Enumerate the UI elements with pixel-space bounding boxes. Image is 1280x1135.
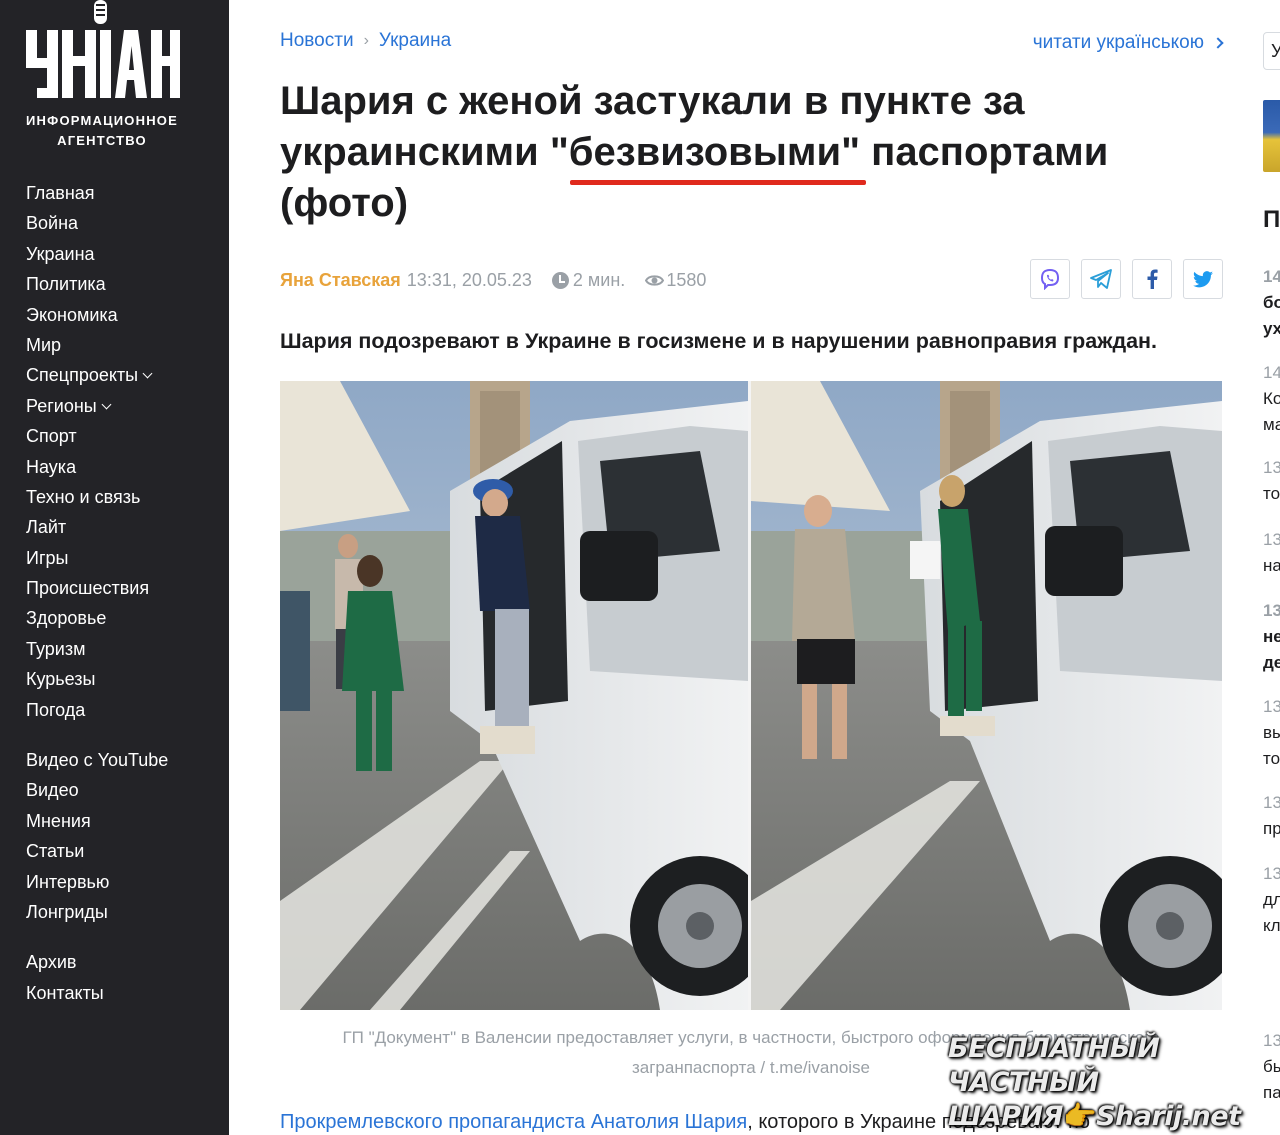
right-search-input[interactable]: У [1263,32,1280,70]
nav-divider [26,927,168,947]
nav-item-tech[interactable]: Техно и связь [26,482,168,512]
news-feed-item[interactable]: 13 вы то [1263,694,1280,772]
nav-item-health[interactable]: Здоровье [26,603,168,633]
watermark-line1: БЕСПЛАТНЫЙ ЧАСТНЫЙ [948,1033,1160,1098]
nav-item-world[interactable]: Мир [26,330,168,360]
chevron-down-icon [142,368,153,379]
sidebar-nav: Главная Война Украина Политика Экономика… [26,178,168,1008]
article-photo[interactable] [280,381,1222,1010]
chevron-right-icon [1212,37,1224,49]
news-feed-item[interactable]: 13 бы па [1263,1028,1280,1106]
share-facebook-button[interactable] [1132,259,1172,299]
news-feed-item[interactable]: 13 не де [1263,598,1280,676]
nav-item-specprojects[interactable]: Спецпроекты [26,360,168,390]
nav-item-weather[interactable]: Погода [26,695,168,725]
nav-item-incidents[interactable]: Происшествия [26,573,168,603]
viber-icon [1040,268,1060,290]
eye-icon [645,272,665,289]
nav-item-video[interactable]: Видео [26,775,168,805]
article-meta: Яна Ставская 13:31, 20.05.23 2 мин. 1580 [280,266,706,294]
nav-item-youtube-video[interactable]: Видео с YouTube [26,745,168,775]
breadcrumb-news[interactable]: Новости [280,30,354,52]
news-feed-item[interactable]: 13 пр [1263,790,1280,842]
view-count: 1580 [666,269,707,290]
nav-item-articles[interactable]: Статьи [26,836,168,866]
share-twitter-button[interactable] [1183,259,1223,299]
nav-item-interviews[interactable]: Интервью [26,867,168,897]
logo-subtitle-line1: ИНФОРМАЦИОННОЕ [26,113,178,128]
breadcrumb-ukraine[interactable]: Украина [379,30,451,52]
right-thumbnail[interactable] [1263,100,1280,172]
breadcrumb-separator-icon: › [363,32,369,49]
telegram-icon [1090,269,1112,289]
watermark-line2: ШАРИЯ👉Sharij.net [948,1100,1248,1134]
publish-datetime: 13:31, 20.05.23 [406,269,532,290]
nav-item-war[interactable]: Война [26,208,168,238]
sidebar: ИНФОРМАЦИОННОЕ АГЕНТСТВО Главная Война У… [0,0,229,1135]
nav-item-curiosities[interactable]: Курьезы [26,664,168,694]
nav-item-archive[interactable]: Архив [26,947,168,977]
nav-item-tourism[interactable]: Туризм [26,634,168,664]
news-feed-item[interactable]: 14 бо ух [1263,264,1280,342]
author-link[interactable]: Яна Ставская [280,270,401,291]
nav-item-games[interactable]: Игры [26,543,168,573]
photo-right-panel [751,381,1222,1010]
nav-item-regions[interactable]: Регионы [26,391,168,421]
nav-item-politics[interactable]: Политика [26,269,168,299]
right-column: У П 14 бо ух 14 Ко ма 13 то 13 на 13 не … [1255,0,1280,1135]
nav-item-opinions[interactable]: Мнения [26,806,168,836]
unian-logo-icon [26,0,180,98]
share-buttons [1030,259,1223,299]
language-switch-link[interactable]: читати українською [1032,32,1224,54]
news-feed-item[interactable]: 13 то [1263,455,1280,507]
facebook-icon [1147,269,1158,289]
nav-item-sport[interactable]: Спорт [26,421,168,451]
news-feed-item[interactable]: 14 Ко ма [1263,360,1280,438]
article-title: Шария с женой застукали в пункте за укра… [280,79,1109,225]
nav-item-contacts[interactable]: Контакты [26,978,168,1008]
share-viber-button[interactable] [1030,259,1070,299]
nav-item-economy[interactable]: Экономика [26,300,168,330]
watermark: БЕСПЛАТНЫЙ ЧАСТНЫЙ ШАРИЯ👉Sharij.net [948,1032,1248,1134]
watermark-line2-b: Sharij.net [1096,1101,1241,1132]
share-telegram-button[interactable] [1081,259,1121,299]
photo-van-scene-icon [280,381,1222,1010]
right-column-heading: П [1263,206,1280,233]
nav-item-specprojects-label: Спецпроекты [26,365,139,386]
photo-left-panel [280,381,770,1010]
title-highlight-underline [570,180,866,185]
nav-item-ukraine[interactable]: Украина [26,239,168,269]
twitter-icon [1193,270,1213,287]
body-link-sharij[interactable]: Прокремлевского пропагандиста Анатолия Ш… [280,1111,747,1133]
breadcrumb: Новости › Украина [280,30,451,52]
nav-item-regions-label: Регионы [26,395,97,416]
nav-divider [26,725,168,745]
nav-item-light[interactable]: Лайт [26,512,168,542]
logo-subtitle-line2: АГЕНТСТВО [57,133,147,148]
news-feed-item[interactable]: 13 дл кл [1263,861,1280,939]
language-switch-label: читати українською [1032,32,1204,53]
clock-icon [551,271,569,289]
article-lead: Шария подозревают в Украине в госизмене … [280,329,1158,353]
news-feed-item[interactable]: 13 на [1263,527,1280,579]
nav-item-longreads[interactable]: Лонгриды [26,897,168,927]
nav-item-science[interactable]: Наука [26,452,168,482]
nav-item-home[interactable]: Главная [26,178,168,208]
chevron-down-icon [101,399,112,410]
pointing-hand-icon: 👉 [1062,1101,1097,1132]
read-time: 2 мин. [572,269,626,290]
watermark-line2-a: ШАРИЯ [948,1101,1063,1132]
